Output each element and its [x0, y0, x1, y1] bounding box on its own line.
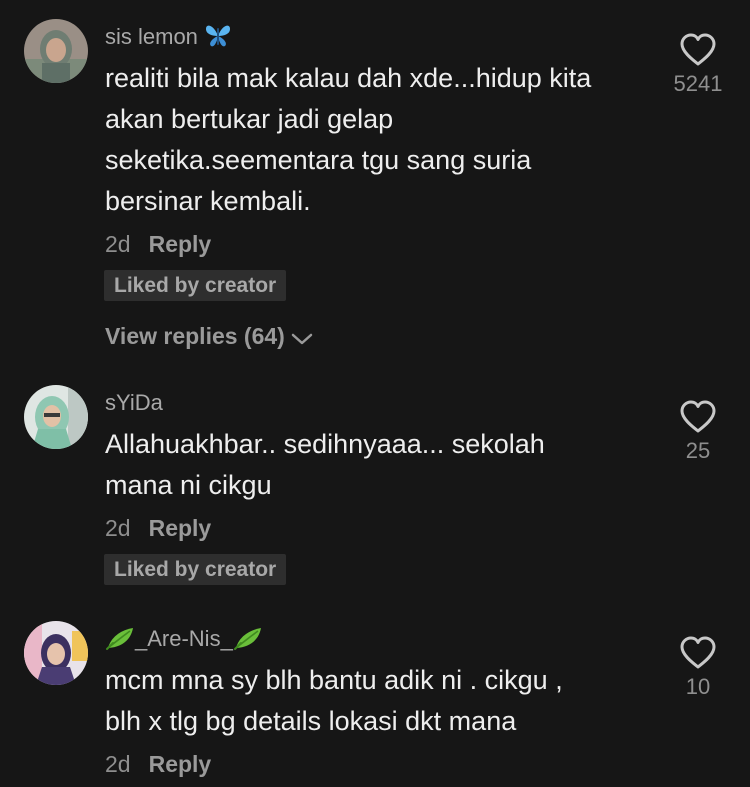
comment-username[interactable]: sYiDa [105, 390, 163, 416]
comment-meta: 2d Reply [105, 751, 211, 778]
comment-meta: 2d Reply [105, 231, 211, 258]
chevron-down-icon [291, 333, 313, 345]
herb-emoji-icon [233, 625, 263, 657]
like-count: 25 [685, 438, 711, 463]
herb-emoji-icon [105, 625, 135, 657]
comment-meta: 2d Reply [105, 515, 211, 542]
heart-icon[interactable] [679, 33, 717, 67]
heart-icon[interactable] [679, 636, 717, 670]
like-column: 5241 [668, 33, 728, 97]
comment-text: Allahuakhbar.. sedihnyaaa... sekolah man… [105, 429, 545, 500]
comment-text: mcm mna sy blh bantu adik ni . cikgu , b… [105, 665, 563, 736]
avatar[interactable] [24, 621, 88, 685]
view-replies-button[interactable]: View replies (64) [105, 323, 313, 350]
reply-button[interactable]: Reply [149, 751, 212, 777]
like-count: 5241 [673, 71, 723, 96]
liked-by-creator-badge: Liked by creator [104, 554, 287, 585]
comment-timestamp: 2d [105, 751, 131, 777]
like-count: 10 [685, 674, 711, 699]
like-column: 10 [668, 636, 728, 700]
like-column: 25 [668, 400, 728, 464]
avatar[interactable] [24, 385, 88, 449]
reply-button[interactable]: Reply [149, 231, 212, 257]
heart-icon[interactable] [679, 400, 717, 434]
butterfly-emoji-icon [204, 23, 232, 55]
comment-timestamp: 2d [105, 515, 131, 541]
comment-username[interactable]: _Are-Nis_ [105, 625, 263, 657]
comment-timestamp: 2d [105, 231, 131, 257]
comment-username[interactable]: sis lemon [105, 23, 232, 55]
avatar[interactable] [24, 19, 88, 83]
liked-by-creator-badge: Liked by creator [104, 270, 287, 301]
reply-button[interactable]: Reply [149, 515, 212, 541]
comment-text: realiti bila mak kalau dah xde...hidup k… [105, 63, 592, 216]
